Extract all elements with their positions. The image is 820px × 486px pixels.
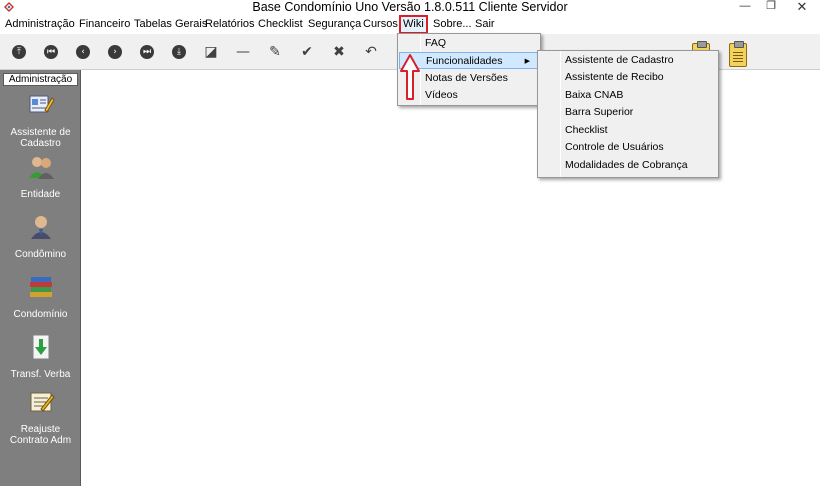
previous-record-button[interactable]: ‹ <box>74 43 92 61</box>
sidebar-item-condominio[interactable]: Condomínio <box>0 274 81 320</box>
next-page-icon: ⏭ <box>140 45 154 59</box>
first-record-icon: ⤒ <box>12 45 26 59</box>
menu-bar: Administração Financeiro Tabelas Gerais … <box>0 15 820 34</box>
contract-icon <box>30 392 55 412</box>
menu-tabelas-gerais[interactable]: Tabelas Gerais <box>134 17 207 32</box>
edit-record-button[interactable]: ✎ <box>266 43 284 61</box>
cancel-icon: ✖ <box>333 44 345 60</box>
menu-cursos[interactable]: Cursos <box>363 17 398 32</box>
menu-seguranca[interactable]: Segurança <box>308 17 361 32</box>
menu-financeiro[interactable]: Financeiro <box>79 17 130 32</box>
minimize-button[interactable]: — <box>732 0 758 15</box>
first-record-button[interactable]: ⤒ <box>10 43 28 61</box>
submenu-item-assistente-cadastro[interactable]: Assistente de Cadastro <box>539 52 717 69</box>
last-record-button[interactable]: ⤓ <box>170 43 188 61</box>
menu-checklist[interactable]: Checklist <box>258 17 303 32</box>
confirm-icon: ✔ <box>301 44 313 60</box>
next-record-icon: › <box>108 45 122 59</box>
menu-sair[interactable]: Sair <box>475 17 495 32</box>
title-bar: Base Condomínio Uno Versão 1.8.0.511 Cli… <box>0 0 820 15</box>
sidebar-item-label: Condômino <box>14 249 67 260</box>
people-icon <box>28 157 54 179</box>
sidebar-item-label: Transf. Verba <box>10 369 71 380</box>
submenu-item-checklist[interactable]: Checklist <box>539 122 717 139</box>
previous-record-icon: ‹ <box>76 45 90 59</box>
wiki-menu-item-label: Funcionalidades <box>426 55 503 67</box>
submenu-item-barra-superior[interactable]: Barra Superior <box>539 104 717 121</box>
new-record-button[interactable]: ◪ <box>202 43 220 61</box>
submenu-item-controle-usuarios[interactable]: Controle de Usuários <box>539 139 717 156</box>
sidebar-item-label: Assistente de Cadastro <box>10 127 71 149</box>
new-record-icon: ◪ <box>204 44 218 60</box>
close-button[interactable]: ✕ <box>784 0 820 15</box>
undo-button[interactable]: ↶ <box>362 43 380 61</box>
clipboard-checklist-icon[interactable] <box>729 41 747 67</box>
next-record-button[interactable]: › <box>106 43 124 61</box>
maximize-button[interactable]: ❐ <box>758 0 784 15</box>
confirm-button[interactable]: ✔ <box>298 43 316 61</box>
delete-record-icon: — <box>236 44 250 60</box>
menu-relatorios[interactable]: Relatórios <box>205 17 255 32</box>
sidebar-item-label: Condomínio <box>13 309 68 320</box>
cancel-button[interactable]: ✖ <box>330 43 348 61</box>
submenu-item-baixa-cnab[interactable]: Baixa CNAB <box>539 87 717 104</box>
last-record-icon: ⤓ <box>172 45 186 59</box>
menu-administracao[interactable]: Administração <box>5 17 75 32</box>
sidebar-item-condomino[interactable]: Condômino <box>0 214 81 260</box>
submenu-item-modalidades-cobranca[interactable]: Modalidades de Cobrança <box>539 157 717 174</box>
sidebar-item-assistente-cadastro[interactable]: Assistente de Cadastro <box>0 92 81 149</box>
annotation-arrow-icon <box>400 54 420 100</box>
sidebar-header[interactable]: Administração <box>3 73 78 86</box>
sidebar-item-label: Reajuste Contrato Adm <box>9 424 72 446</box>
sidebar-item-transf-verba[interactable]: Transf. Verba <box>0 334 81 380</box>
sidebar-item-entidade[interactable]: Entidade <box>0 154 81 200</box>
submenu-arrow-icon: ▶ <box>524 58 530 65</box>
sidebar-item-label: Entidade <box>20 189 61 200</box>
wizard-icon <box>29 95 55 113</box>
next-page-button[interactable]: ⏭ <box>138 43 156 61</box>
menu-wiki[interactable]: Wiki <box>399 15 428 34</box>
transfer-icon <box>32 334 49 360</box>
submenu-item-assistente-recibo[interactable]: Assistente de Recibo <box>539 69 717 86</box>
funcionalidades-submenu: Assistente de Cadastro Assistente de Rec… <box>537 50 719 178</box>
sidebar-item-reajuste-contrato[interactable]: Reajuste Contrato Adm <box>0 389 81 446</box>
previous-page-icon: ⏮ <box>44 45 58 59</box>
sidebar: Administração Assistente de Cadastro Ent… <box>0 70 81 486</box>
person-icon <box>30 216 51 239</box>
window-title: Base Condomínio Uno Versão 1.8.0.511 Cli… <box>252 0 568 14</box>
delete-record-button[interactable]: — <box>234 43 252 61</box>
undo-icon: ↶ <box>365 44 377 60</box>
menu-sobre[interactable]: Sobre... <box>433 17 472 32</box>
previous-page-button[interactable]: ⏮ <box>42 43 60 61</box>
edit-record-icon: ✎ <box>269 44 281 60</box>
books-icon <box>29 277 52 297</box>
